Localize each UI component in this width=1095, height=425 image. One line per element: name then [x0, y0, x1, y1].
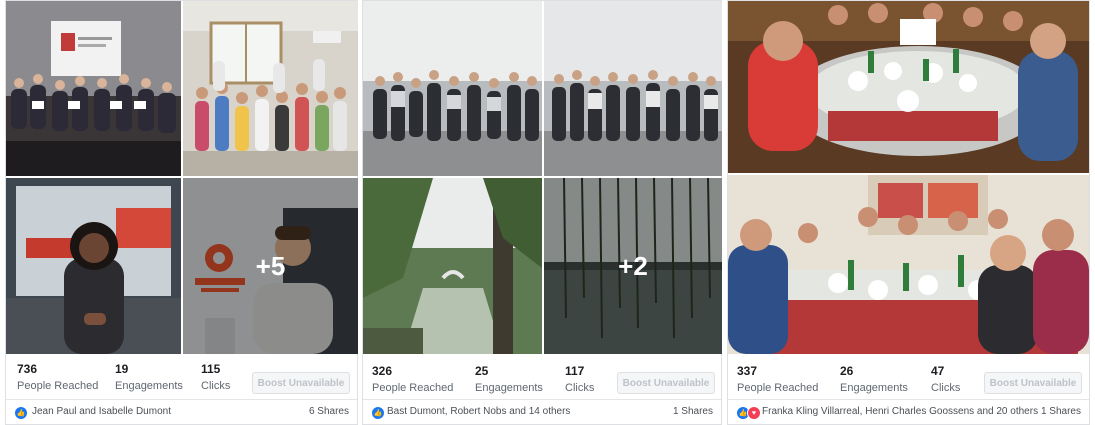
people-reached-label: People Reached: [737, 382, 819, 394]
clicks-value: 47: [931, 364, 945, 378]
engagements-label: Engagements: [115, 380, 183, 392]
clicks-stat: 47 Clicks: [931, 364, 960, 395]
photo-tile[interactable]: [6, 1, 181, 176]
photo-tile[interactable]: +5: [183, 178, 358, 354]
engagements-value: 26: [840, 364, 854, 378]
shares-count[interactable]: 1 Shares: [673, 406, 713, 417]
photo-tile[interactable]: [728, 175, 1089, 354]
clicks-stat: 115 Clicks: [201, 362, 230, 393]
people-reached-value: 326: [372, 364, 393, 378]
post-card: 337 People Reached 26 Engagements 47 Cli…: [727, 0, 1090, 425]
reactions[interactable]: 👍: [371, 406, 385, 420]
post-footer: 👍 Bast Dumont, Robert Nobs and 14 others…: [363, 399, 721, 424]
engagements-stat: 25 Engagements: [475, 364, 543, 395]
engagements-label: Engagements: [475, 382, 543, 394]
people-reached-value: 736: [17, 362, 38, 376]
reaction-names[interactable]: Bast Dumont, Robert Nobs and 14 others: [387, 406, 570, 417]
lakeside-group-photo-2: [544, 1, 722, 176]
post-stats: 326 People Reached 25 Engagements 117 Cl…: [363, 362, 721, 402]
people-reached-value: 337: [737, 364, 758, 378]
photo-tile[interactable]: [183, 1, 358, 176]
photo-tile[interactable]: [728, 1, 1089, 173]
shares-count[interactable]: 6 Shares: [309, 406, 349, 417]
people-reached-stat: 326 People Reached: [372, 364, 453, 395]
engagements-value: 25: [475, 364, 489, 378]
post-footer: 👍 Jean Paul and Isabelle Dumont 6 Shares: [6, 399, 357, 424]
clicks-label: Clicks: [931, 382, 961, 394]
people-reached-label: People Reached: [372, 382, 454, 394]
post-card: +5 736 People Reached 19 Engagements 115…: [5, 0, 358, 425]
dinner-table-photo-1: [728, 1, 1089, 173]
more-photos-overlay[interactable]: +2: [544, 178, 722, 354]
photo-tile[interactable]: [6, 178, 181, 354]
boost-unavailable-button[interactable]: Boost Unavailable: [252, 372, 350, 394]
engagements-value: 19: [115, 362, 129, 376]
photo-tile[interactable]: +2: [544, 178, 722, 354]
clicks-value: 115: [201, 362, 221, 376]
engagements-stat: 26 Engagements: [840, 364, 908, 395]
engagements-stat: 19 Engagements: [115, 362, 183, 393]
clicks-value: 117: [565, 364, 585, 378]
post-stats: 736 People Reached 19 Engagements 115 Cl…: [6, 362, 357, 402]
clicks-label: Clicks: [565, 382, 595, 394]
woman-at-office-photo: [6, 178, 181, 354]
conference-room-group-photo: [6, 1, 181, 176]
reactions[interactable]: 👍 ♥: [736, 406, 761, 420]
reaction-names[interactable]: Franka Kling Villarreal, Henri Charles G…: [762, 406, 1038, 417]
willow-canal-bridge-photo: [363, 178, 542, 354]
more-photos-overlay[interactable]: +5: [183, 178, 358, 354]
post-card: +2 326 People Reached 25 Engagements 117…: [362, 0, 722, 425]
people-reached-stat: 337 People Reached: [737, 364, 818, 395]
boost-unavailable-button[interactable]: Boost Unavailable: [617, 372, 715, 394]
lakeside-group-photo-1: [363, 1, 542, 176]
children-group-photo: [183, 1, 358, 176]
post-stats: 337 People Reached 26 Engagements 47 Cli…: [728, 362, 1089, 402]
photo-tile[interactable]: [363, 1, 542, 176]
shares-count[interactable]: 1 Shares: [1041, 406, 1081, 417]
engagements-label: Engagements: [840, 382, 908, 394]
people-reached-label: People Reached: [17, 380, 99, 392]
reaction-names[interactable]: Jean Paul and Isabelle Dumont: [32, 406, 171, 417]
like-reaction-icon: 👍: [371, 406, 385, 420]
clicks-stat: 117 Clicks: [565, 364, 594, 395]
photo-tile[interactable]: [544, 1, 722, 176]
love-reaction-icon: ♥: [747, 406, 761, 420]
dinner-table-photo-2: [728, 175, 1089, 354]
boost-unavailable-button[interactable]: Boost Unavailable: [984, 372, 1082, 394]
clicks-label: Clicks: [201, 380, 231, 392]
reactions[interactable]: 👍: [14, 406, 28, 420]
like-reaction-icon: 👍: [14, 406, 28, 420]
post-footer: 👍 ♥ Franka Kling Villarreal, Henri Charl…: [728, 399, 1089, 424]
people-reached-stat: 736 People Reached: [17, 362, 98, 393]
photo-tile[interactable]: [363, 178, 542, 354]
